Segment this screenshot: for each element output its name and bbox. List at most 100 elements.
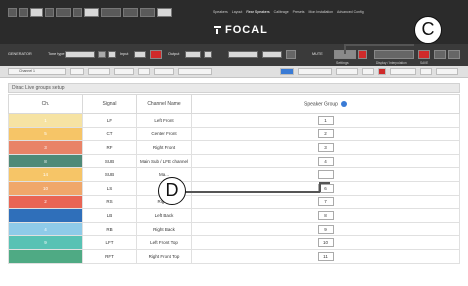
channel-name-cell: Right Front Top	[136, 248, 192, 264]
toolbar-button[interactable]	[420, 68, 432, 75]
output-select[interactable]	[185, 51, 201, 58]
mute-label: MUTE	[312, 52, 323, 56]
callout-d: D	[158, 177, 186, 205]
top-menu: Speakers Layout Rear Speakers Calibrage …	[212, 8, 365, 17]
channel-number: 3	[8, 140, 83, 155]
toolbar-chip[interactable]	[123, 8, 138, 17]
channel-option[interactable]	[138, 68, 150, 75]
speaker-group-input[interactable]: 4	[317, 156, 334, 166]
speaker-group-input[interactable]: 9	[317, 224, 334, 234]
toolbar-button[interactable]	[336, 68, 358, 75]
channel-name-cell: Main Sub / LFE channel	[136, 153, 192, 169]
tone-stepper[interactable]	[98, 51, 106, 58]
toolbar-button[interactable]	[436, 68, 458, 75]
channel-option[interactable]	[178, 68, 212, 75]
speaker-group-cell	[191, 167, 460, 182]
save-button[interactable]: SAVE	[418, 50, 430, 65]
channel-name-cell: Right Front	[136, 140, 192, 155]
mute-button[interactable]	[358, 50, 367, 59]
col-header-signal: Signal	[82, 94, 137, 114]
channel-number: 1	[8, 113, 83, 128]
channel-name-cell: Right Back	[136, 221, 192, 237]
generator-stop-button[interactable]	[150, 50, 162, 59]
table-row: RFT Right Front Top 11	[8, 248, 460, 264]
source-label: Input	[120, 52, 129, 56]
display-button[interactable]: Display / Interpolation	[374, 50, 414, 65]
menu-item[interactable]: Mon Installation	[308, 8, 335, 17]
toolbar-chip[interactable]	[101, 8, 121, 17]
top-bar: Speakers Layout Rear Speakers Calibrage …	[0, 0, 468, 44]
toolbar-chip[interactable]	[45, 8, 54, 17]
speaker-group-input[interactable]: 1	[317, 115, 334, 125]
speaker-group-table: Ch. Signal Channel Name Speaker Group 1L…	[8, 94, 460, 264]
channel-number: 9	[8, 235, 83, 250]
menu-item[interactable]: Presets	[292, 8, 306, 17]
speaker-group-cell: 10	[191, 235, 460, 250]
signal-cell: LB	[82, 208, 137, 223]
menu-item[interactable]: Calibrage	[273, 8, 290, 17]
gain-field[interactable]	[262, 51, 282, 58]
level-select[interactable]	[228, 51, 258, 58]
signal-cell: LFT	[82, 235, 137, 250]
speaker-group-input[interactable]: 2	[317, 129, 334, 139]
help-icon[interactable]	[340, 100, 347, 107]
window-button[interactable]	[280, 68, 294, 75]
settings-label: Settings	[336, 61, 349, 65]
channel-toolbar: Channel 1	[0, 66, 468, 78]
toolbar-chip[interactable]	[84, 8, 99, 17]
toolbar-chip[interactable]	[30, 8, 43, 17]
output-stepper[interactable]	[204, 51, 212, 58]
view-select[interactable]	[298, 68, 332, 75]
table-body: 1 LF Left Front 1 5 CT Center Front 2 3 RF Right F…	[8, 113, 460, 264]
level-field[interactable]	[108, 51, 116, 58]
channel-option[interactable]	[114, 68, 134, 75]
menu-item[interactable]: Speakers	[212, 8, 229, 17]
callout-d-leader	[319, 182, 330, 184]
source-select[interactable]	[134, 51, 146, 58]
speaker-group-input[interactable]: 10	[317, 238, 334, 248]
signal-cell: SUB	[82, 167, 137, 182]
toolbar-chip[interactable]	[73, 8, 82, 17]
menu-item[interactable]: Advanced Config	[336, 8, 365, 17]
speaker-group-cell: 11	[191, 248, 460, 264]
menu-button[interactable]	[448, 50, 460, 59]
menu-item[interactable]: Rear Speakers	[245, 8, 270, 17]
toolbar-chip[interactable]	[8, 8, 17, 17]
menu-item[interactable]: Layout	[231, 8, 244, 17]
toolbar-chip[interactable]	[140, 8, 155, 17]
channel-number	[8, 208, 83, 223]
speaker-group-input[interactable]: 7	[317, 197, 334, 207]
table-row: 9 LFT Left Front Top 10	[8, 235, 460, 250]
channel-select[interactable]: Channel 1	[8, 68, 66, 75]
channel-option[interactable]	[154, 68, 174, 75]
add-button[interactable]	[286, 50, 296, 59]
toolbar-button[interactable]	[390, 68, 416, 75]
speaker-group-cell: 3	[191, 140, 460, 155]
view-button[interactable]	[434, 50, 446, 59]
channel-number: 5	[8, 126, 83, 142]
speaker-group-input[interactable]	[317, 169, 334, 179]
speaker-group-input[interactable]: 11	[317, 251, 334, 261]
channel-option[interactable]	[88, 68, 110, 75]
speaker-group-cell: 1	[191, 113, 460, 128]
toolbar-chip[interactable]	[157, 8, 172, 17]
toolbar-chip[interactable]	[56, 8, 71, 17]
brand-name: FOCAL	[225, 24, 268, 36]
speaker-group-input[interactable]: 3	[317, 142, 334, 152]
channel-option[interactable]	[70, 68, 84, 75]
channel-number: 8	[8, 153, 83, 169]
tone-select[interactable]	[65, 51, 95, 58]
toolbar-button[interactable]	[362, 68, 374, 75]
speaker-group-input[interactable]: 8	[317, 210, 334, 220]
channel-name-cell: Left Back	[136, 208, 192, 223]
output-label: Output	[168, 52, 180, 56]
speaker-group-cell: 4	[191, 153, 460, 169]
channel-number: 4	[8, 221, 83, 237]
toolbar-chip[interactable]	[19, 8, 28, 17]
signal-cell: CT	[82, 126, 137, 142]
channel-name-cell: Left Front	[136, 113, 192, 128]
speaker-group-cell: 6	[191, 180, 460, 196]
tone-label: Tone type	[48, 52, 65, 56]
close-toolbar-button[interactable]	[378, 68, 386, 75]
signal-cell: RB	[82, 221, 137, 237]
